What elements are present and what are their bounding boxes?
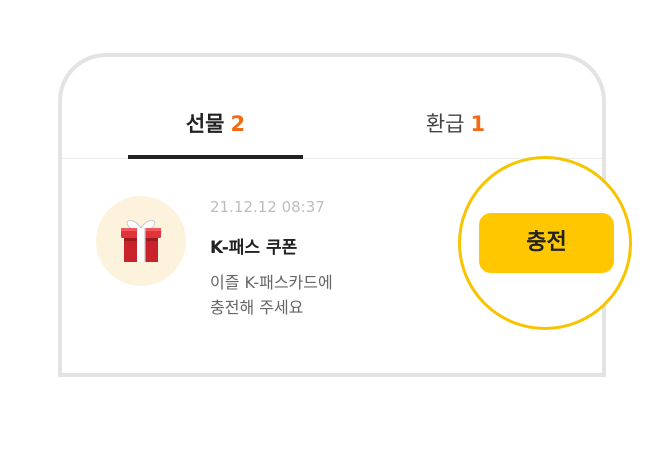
tab-refund-label: 환급 [425,112,465,136]
item-title: K-패스 쿠폰 [210,238,298,258]
gift-icon-badge [96,196,186,286]
tab-refund[interactable]: 환급 1 [368,108,543,138]
gift-icon [121,219,161,262]
item-date: 21.12.12 08:37 [210,198,325,216]
item-description-line-2: 충전해 주세요 [210,298,304,317]
tab-gift-count: 2 [230,112,246,136]
tab-gift-label: 선물 [185,112,225,136]
tab-refund-count: 1 [470,112,486,136]
tab-gift[interactable]: 선물 2 [128,108,303,138]
item-description-line-1: 이즐 K-패스카드에 [210,273,333,292]
charge-button[interactable]: 충전 [479,213,614,273]
frame-bottom-line [58,373,606,377]
item-description: 이즐 K-패스카드에 충전해 주세요 [210,270,333,320]
active-tab-indicator [128,155,303,159]
